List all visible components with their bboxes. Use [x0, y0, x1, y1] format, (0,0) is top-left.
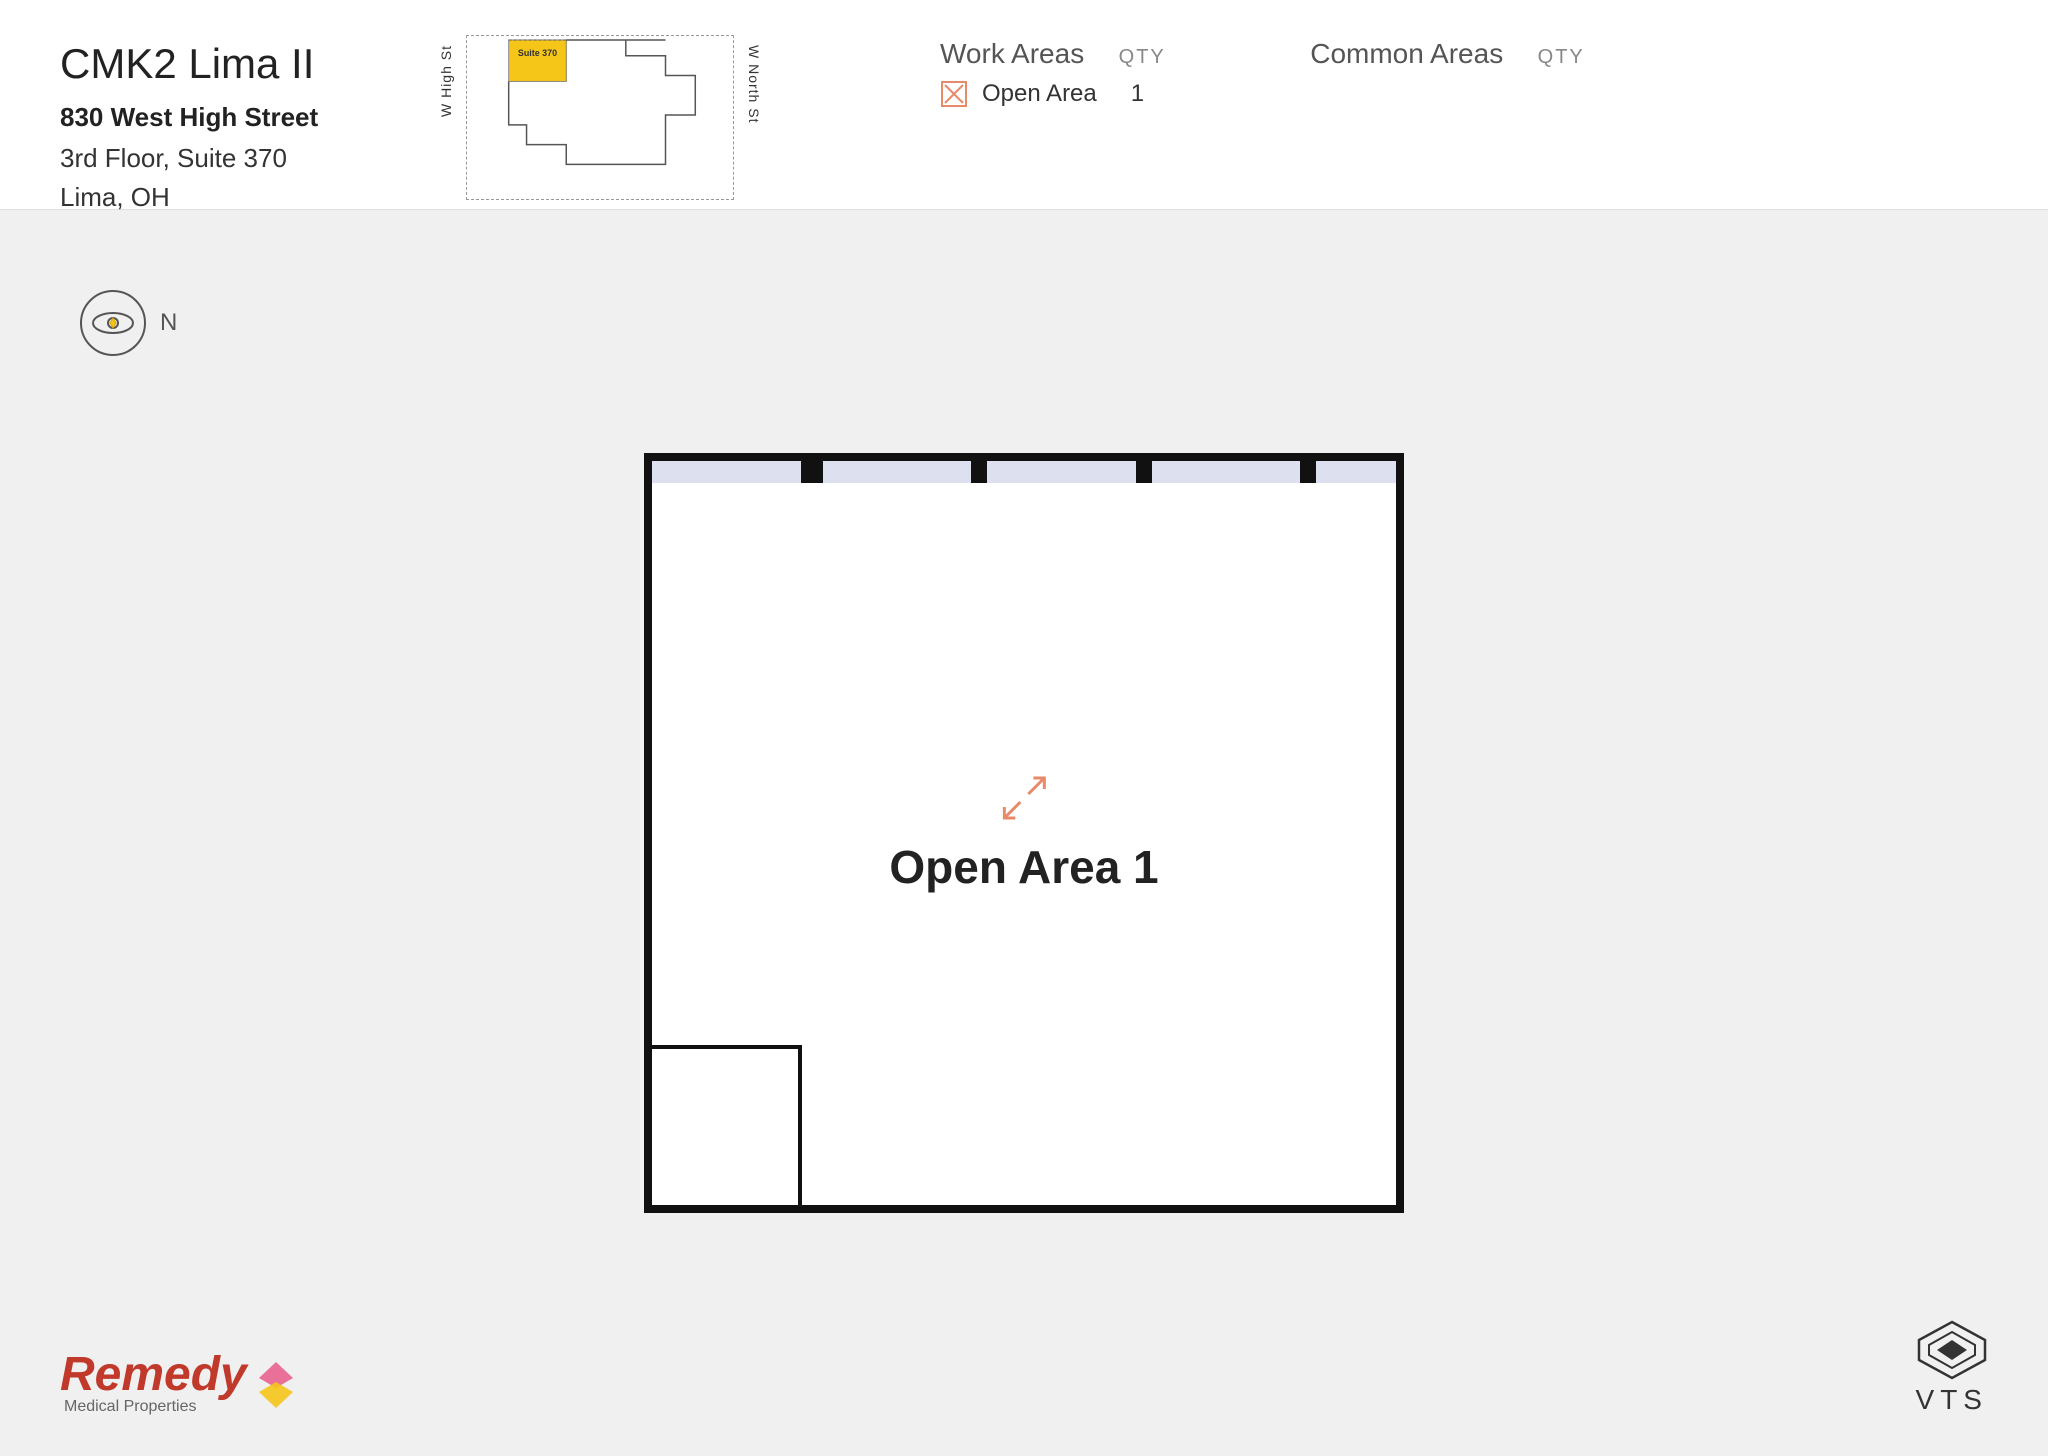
common-areas-title: Common Areas: [1310, 38, 1503, 69]
open-area-text: Open Area 1: [889, 840, 1158, 894]
compass-n-label: N: [160, 309, 177, 337]
vts-label: VTS: [1916, 1384, 1988, 1416]
vts-icon: [1917, 1320, 1987, 1380]
common-areas-section: Common Areas QTY: [1310, 38, 1585, 70]
work-areas-section: Work Areas QTY Open Area 1: [940, 38, 1166, 108]
work-areas-qty-label: QTY: [1119, 46, 1166, 69]
remedy-name: Remedy: [60, 1347, 247, 1402]
thumbnail-street-right: W North St: [746, 45, 762, 123]
thumbnail-street-left: W High St: [438, 45, 454, 117]
work-areas-item-label-0: Open Area: [982, 80, 1097, 108]
property-info: CMK2 Lima II 830 West High Street 3rd Fl…: [60, 30, 380, 217]
remedy-subtitle: Medical Properties: [64, 1398, 301, 1416]
open-area-icon: [940, 80, 968, 108]
compass: N: [80, 290, 177, 356]
top-windows: [652, 461, 1396, 483]
main-content: N: [0, 210, 2048, 1456]
work-areas-item-0: Open Area 1: [940, 80, 1166, 108]
property-address-bold: 830 West High Street: [60, 102, 380, 133]
areas-legend: Work Areas QTY Open Area 1 Common Areas: [940, 30, 1725, 108]
property-title: CMK2 Lima II: [60, 40, 380, 88]
work-areas-title: Work Areas: [940, 38, 1084, 69]
compass-circle: [80, 290, 146, 356]
thumbnail-map: Suite 370 Suite 370: [466, 35, 734, 200]
vts-logo: VTS: [1916, 1320, 1988, 1416]
remedy-top-row: Remedy: [60, 1347, 301, 1402]
work-areas-item-qty-0: 1: [1131, 80, 1144, 108]
bottom-alcove: [652, 1045, 802, 1205]
thumbnail-floor-plan: W High St W North St Suite 370 Suite 370: [440, 35, 760, 200]
svg-text:Suite 370: Suite 370: [518, 48, 557, 58]
remedy-logo: Remedy Medical Properties: [60, 1347, 301, 1416]
floor-plan-main: Open Area 1: [644, 453, 1404, 1213]
property-address-line1: 3rd Floor, Suite 370: [60, 139, 380, 178]
header-panel: CMK2 Lima II 830 West High Street 3rd Fl…: [0, 0, 2048, 210]
floor-plan-outer: Open Area 1: [644, 453, 1404, 1213]
remedy-logo-stack: Remedy Medical Properties: [60, 1347, 301, 1416]
open-area-label-container: Open Area 1: [889, 772, 1158, 894]
common-areas-qty-label: QTY: [1538, 46, 1585, 69]
expand-icon: [889, 772, 1158, 824]
